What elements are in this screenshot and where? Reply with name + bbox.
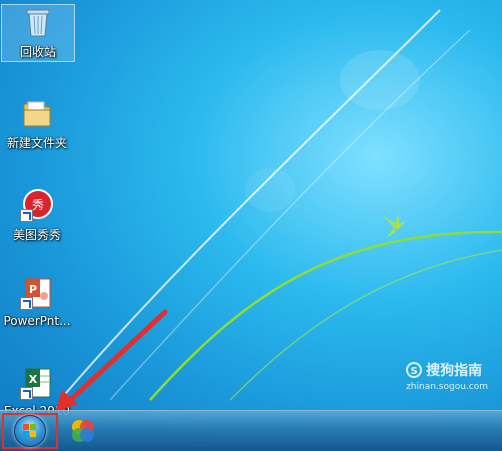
taskbar-app-meitu[interactable] <box>66 414 100 448</box>
start-button[interactable] <box>2 413 58 449</box>
desktop[interactable]: 回收站 新建文件夹 秀 美图秀秀 P PowerPnt... X S 搜狗指南 … <box>0 0 502 418</box>
windows-logo-icon <box>14 415 46 447</box>
taskbar <box>0 410 502 451</box>
sogou-logo-icon: S <box>406 362 423 378</box>
watermark: S 搜狗指南 zhinan.sogou.com <box>406 360 488 392</box>
annotation-arrow <box>55 309 168 410</box>
watermark-url: zhinan.sogou.com <box>406 382 488 392</box>
meitu-app-icon <box>72 420 94 442</box>
watermark-title: 搜狗指南 <box>426 363 483 379</box>
